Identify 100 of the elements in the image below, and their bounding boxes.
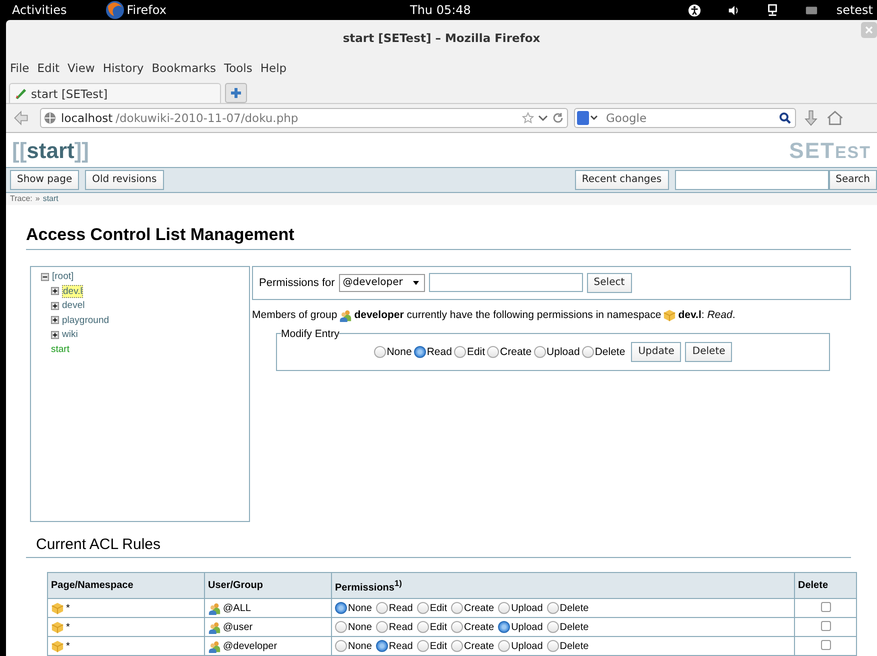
radio-label[interactable]: Delete [594,346,626,358]
tree-item[interactable]: devel [62,300,85,312]
wiki-button[interactable]: Old revisions [85,170,164,190]
back-icon[interactable] [12,108,30,127]
radio-button[interactable] [451,621,464,633]
radio-label[interactable]: Edit [430,640,448,652]
radio-button[interactable] [376,621,388,633]
radio-label[interactable]: Read [388,602,413,614]
download-icon[interactable] [802,108,820,127]
menu-item[interactable]: Help [260,60,287,75]
radio-label[interactable]: Delete [560,622,589,632]
radio-label[interactable]: Edit [430,622,448,632]
radio-button[interactable] [498,602,510,614]
expand-icon[interactable] [51,330,59,339]
radio-label[interactable]: None [348,640,372,652]
menu-item[interactable]: Bookmarks [152,60,216,75]
delete-checkbox[interactable] [820,602,830,612]
app-name[interactable]: Firefox [126,3,166,17]
radio-button[interactable] [451,602,464,614]
radio-label[interactable]: Upload [546,346,580,358]
radio-button[interactable] [335,640,347,652]
delete-checkbox[interactable] [820,620,830,630]
radio-button[interactable] [454,346,466,358]
radio-button[interactable] [498,621,510,633]
expand-icon[interactable] [51,316,59,324]
activities-button[interactable]: Activities [12,3,67,17]
recent-changes-button[interactable]: Recent changes [574,170,669,190]
radio-button[interactable] [487,346,500,358]
expand-icon[interactable] [51,287,59,296]
reload-icon[interactable] [552,112,564,124]
radio-label[interactable]: Create [500,346,532,358]
radio-label[interactable]: Create [464,640,494,652]
radio-button[interactable] [376,640,388,652]
menu-item[interactable]: Tools [224,60,252,75]
network-icon[interactable] [766,4,780,16]
accessibility-icon[interactable] [688,4,702,16]
menu-item[interactable]: History [102,60,144,75]
collapse-icon[interactable] [41,272,49,281]
tree-item[interactable]: [root] [52,271,74,282]
search-button[interactable]: Search [828,170,877,190]
close-icon[interactable] [861,22,877,38]
radio-button[interactable] [416,640,429,652]
radio-button[interactable] [546,640,559,652]
radio-button[interactable] [546,621,559,633]
radio-label[interactable]: Read [388,640,413,652]
group-select[interactable]: @developer [338,274,425,292]
radio-button[interactable] [335,621,347,633]
radio-label[interactable]: Read [388,622,413,632]
radio-label[interactable]: Create [464,622,494,632]
menu-item[interactable]: Edit [37,60,60,75]
radio-label[interactable]: Upload [511,640,543,652]
select-button[interactable]: Select [586,272,632,293]
browser-tab[interactable]: start [SETest] [9,83,221,103]
radio-label[interactable]: Delete [560,602,589,614]
page-title[interactable]: [[start]] [12,138,89,164]
radio-label[interactable]: None [348,622,372,632]
new-tab-icon[interactable] [225,83,247,103]
star-icon[interactable] [522,112,534,124]
search-engine-icon[interactable] [577,110,599,125]
radio-label[interactable]: Edit [430,602,448,614]
radio-button[interactable] [498,640,510,652]
radio-button[interactable] [414,346,426,358]
radio-button[interactable] [376,602,388,614]
radio-label[interactable]: None [386,346,412,358]
radio-button[interactable] [335,602,347,614]
radio-label[interactable]: None [348,602,372,614]
radio-button[interactable] [416,621,429,633]
radio-button[interactable] [534,346,546,358]
radio-button[interactable] [416,602,429,614]
radio-label[interactable]: Create [464,602,494,614]
radio-label[interactable]: Read [426,346,452,358]
tree-item[interactable]: start [51,344,70,355]
radio-button[interactable] [546,602,559,614]
wiki-button[interactable]: Show page [10,170,80,190]
tree-item[interactable]: dev.l [62,284,84,298]
search-field[interactable] [674,170,829,190]
search-icon[interactable] [779,112,791,124]
home-icon[interactable] [826,108,844,127]
radio-button[interactable] [582,346,594,358]
radio-label[interactable]: Delete [560,640,589,652]
name-field[interactable] [428,273,583,292]
expand-icon[interactable] [51,302,59,310]
menu-item[interactable]: File [10,60,30,75]
menu-item[interactable]: View [68,60,95,75]
radio-label[interactable]: Upload [511,602,543,614]
user-name[interactable]: setest [836,3,873,17]
form-button[interactable]: Update [631,342,682,362]
tree-item[interactable]: wiki [62,329,78,340]
breadcrumb-link[interactable]: start [42,194,58,204]
delete-checkbox[interactable] [820,640,830,650]
volume-icon[interactable] [727,4,740,16]
radio-button[interactable] [451,640,464,652]
tree-item[interactable]: playground [62,314,110,326]
clock[interactable]: Thu 05:48 [410,3,471,17]
form-button[interactable]: Delete [685,342,732,362]
url-field[interactable]: localhost /dokuwiki-2010-11-07/doku.php [40,108,568,128]
radio-button[interactable] [374,346,386,358]
radio-label[interactable]: Edit [466,346,486,358]
web-search-field[interactable]: Google [574,108,796,128]
radio-label[interactable]: Upload [511,622,543,632]
